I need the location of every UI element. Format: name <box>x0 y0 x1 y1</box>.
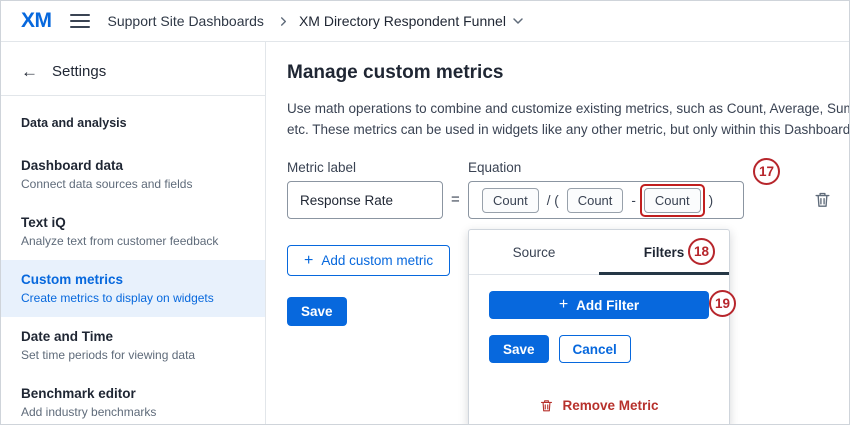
delete-metric-trash-icon[interactable] <box>813 190 832 209</box>
sidebar-item-label: Benchmark editor <box>21 386 245 401</box>
sidebar-item-sub: Add industry benchmarks <box>21 405 245 419</box>
panel-actions: Save Cancel <box>489 335 709 363</box>
equation-operator-divide-open: / ( <box>547 193 559 208</box>
sidebar-item-sub: Analyze text from customer feedback <box>21 234 245 248</box>
sidebar-item-text-iq[interactable]: Text iQ Analyze text from customer feedb… <box>1 203 265 260</box>
equation-box: Count / ( Count - Count ) <box>468 181 744 219</box>
breadcrumb-dashboards[interactable]: Support Site Dashboards <box>108 13 264 29</box>
metric-label-input[interactable] <box>287 181 443 219</box>
sidebar-item-sub: Connect data sources and fields <box>21 177 245 191</box>
panel-save-button[interactable]: Save <box>489 335 549 363</box>
remove-metric-button[interactable]: Remove Metric <box>469 398 729 413</box>
breadcrumb-current-dashboard[interactable]: XM Directory Respondent Funnel <box>299 13 506 29</box>
main-content: Manage custom metrics Use math operation… <box>267 42 849 424</box>
xm-logo: XM <box>21 9 52 33</box>
equation-operator-minus: - <box>631 193 636 208</box>
sidebar-item-label: Date and Time <box>21 329 245 344</box>
plus-icon: + <box>304 253 313 269</box>
tab-source[interactable]: Source <box>469 230 599 274</box>
chevron-right-icon <box>278 16 289 27</box>
back-arrow-icon: ← <box>21 63 38 80</box>
settings-label: Settings <box>52 63 106 80</box>
annotation-step-18: 18 <box>688 238 715 265</box>
add-filter-label: Add Filter <box>576 298 639 313</box>
page-title: Manage custom metrics <box>287 62 503 84</box>
sidebar-item-custom-metrics[interactable]: Custom metrics Create metrics to display… <box>1 260 265 317</box>
equation-close-paren: ) <box>709 193 714 208</box>
panel-body: + Add Filter Save Cancel <box>469 275 729 363</box>
sidebar-item-dashboard-data[interactable]: Dashboard data Connect data sources and … <box>1 146 265 203</box>
sidebar-item-date-and-time[interactable]: Date and Time Set time periods for viewi… <box>1 317 265 374</box>
equation-count-button-3[interactable]: Count <box>644 188 701 213</box>
sidebar-item-sub: Set time periods for viewing data <box>21 348 245 362</box>
sidebar-item-label: Dashboard data <box>21 158 245 173</box>
settings-back-button[interactable]: ← Settings <box>1 50 265 91</box>
add-filter-button[interactable]: + Add Filter <box>489 291 709 319</box>
annotation-step-19: 19 <box>709 290 736 317</box>
sidebar-item-benchmark-editor[interactable]: Benchmark editor Add industry benchmarks <box>1 374 265 425</box>
settings-sidebar: ← Settings Data and analysis Dashboard d… <box>1 42 266 424</box>
metric-label-caption: Metric label <box>287 160 356 175</box>
add-custom-metric-label: Add custom metric <box>321 253 433 268</box>
sidebar-item-label: Custom metrics <box>21 272 245 287</box>
panel-cancel-button[interactable]: Cancel <box>559 335 631 363</box>
page-description: Use math operations to combine and custo… <box>287 99 850 141</box>
app-window: XM Support Site Dashboards XM Directory … <box>0 0 850 425</box>
equation-count-button-2[interactable]: Count <box>567 188 624 213</box>
equation-count-button-1[interactable]: Count <box>482 188 539 213</box>
hamburger-menu-icon[interactable] <box>70 14 90 28</box>
trash-icon <box>539 398 554 413</box>
sidebar-item-label: Text iQ <box>21 215 245 230</box>
sidebar-item-sub: Create metrics to display on widgets <box>21 291 245 305</box>
add-custom-metric-button[interactable]: + Add custom metric <box>287 245 450 276</box>
plus-icon: + <box>559 297 568 313</box>
remove-metric-label: Remove Metric <box>562 398 658 413</box>
equation-count-button-3-label: Count <box>655 193 690 208</box>
equation-caption: Equation <box>468 160 521 175</box>
top-bar: XM Support Site Dashboards XM Directory … <box>1 1 849 42</box>
sidebar-section-data-and-analysis: Data and analysis <box>1 96 265 146</box>
equals-sign: = <box>451 191 460 208</box>
save-button[interactable]: Save <box>287 297 347 326</box>
annotation-step-17: 17 <box>753 158 780 185</box>
chevron-down-icon[interactable] <box>512 15 524 27</box>
